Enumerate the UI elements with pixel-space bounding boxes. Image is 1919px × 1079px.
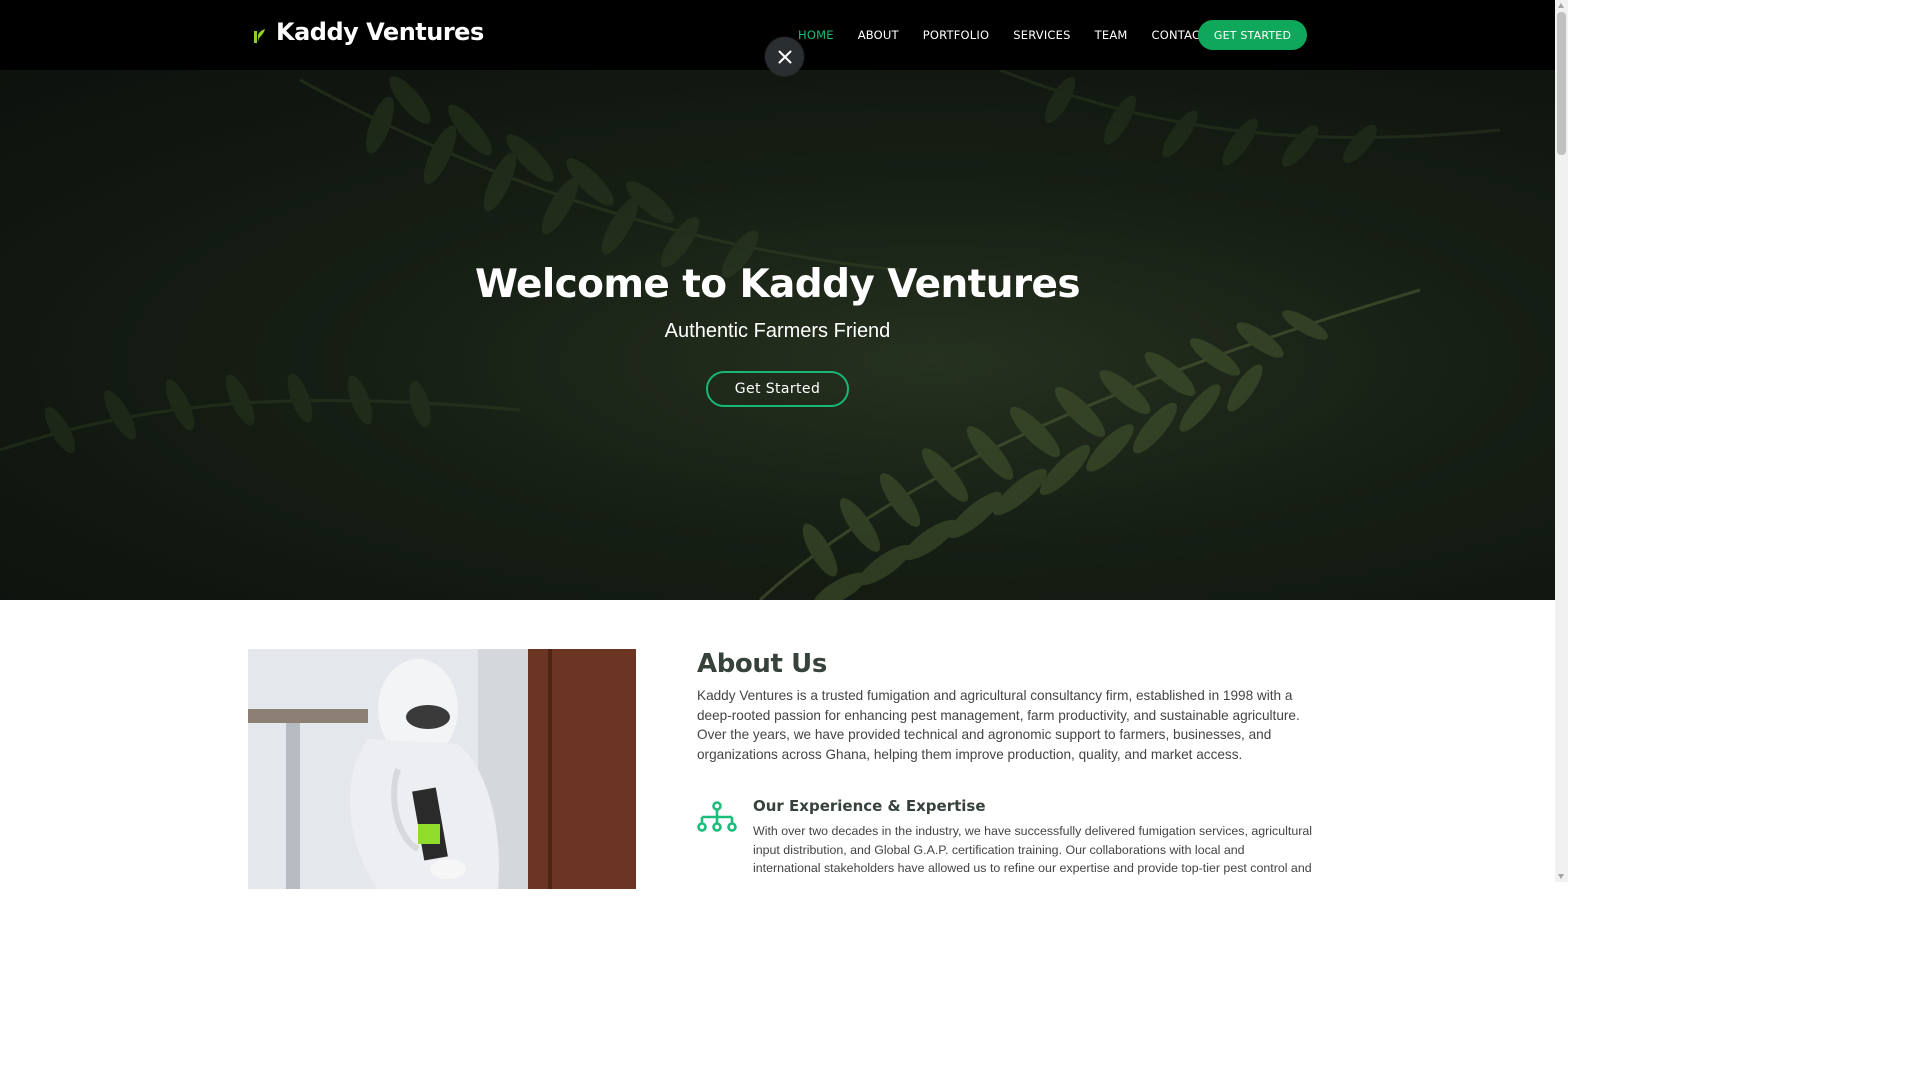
hero-get-started-button[interactable]: Get Started	[706, 371, 849, 407]
nav-team[interactable]: TEAM	[1095, 28, 1128, 42]
get-started-nav-button[interactable]: GET STARTED	[1198, 20, 1307, 50]
about-image	[248, 649, 636, 889]
hero-section: Welcome to Kaddy Ventures Authentic Farm…	[0, 70, 1555, 600]
experience-title: Our Experience & Expertise	[753, 797, 986, 815]
main-nav: HOME ABOUT PORTFOLIO SERVICES TEAM CONTA…	[798, 0, 1231, 70]
about-title: About Us	[697, 649, 827, 679]
experience-body: With over two decades in the industry, w…	[753, 824, 1312, 876]
logo[interactable]: Kaddy Ventures	[252, 18, 484, 46]
nav-home[interactable]: HOME	[798, 28, 834, 42]
nav-about[interactable]: ABOUT	[858, 28, 899, 42]
scroll-down-arrow-icon[interactable]	[1558, 874, 1564, 879]
logo-text: Kaddy Ventures	[276, 18, 484, 46]
nav-services[interactable]: SERVICES	[1013, 28, 1070, 42]
hero-subtitle: Authentic Farmers Friend	[664, 320, 891, 342]
scrollbar-thumb[interactable]	[1557, 12, 1566, 155]
page-scrollbar[interactable]	[1555, 0, 1568, 882]
scroll-up-arrow-icon[interactable]	[1558, 3, 1564, 8]
fumigation-worker-image	[248, 649, 636, 889]
close-button[interactable]	[765, 37, 804, 76]
close-icon	[778, 50, 791, 63]
network-icon	[697, 801, 737, 832]
about-body: Kaddy Ventures is a trusted fumigation a…	[697, 688, 1300, 762]
hero-title: Welcome to Kaddy Ventures	[475, 262, 1081, 307]
leaf-logo-icon	[254, 29, 265, 43]
nav-portfolio[interactable]: PORTFOLIO	[923, 28, 989, 42]
